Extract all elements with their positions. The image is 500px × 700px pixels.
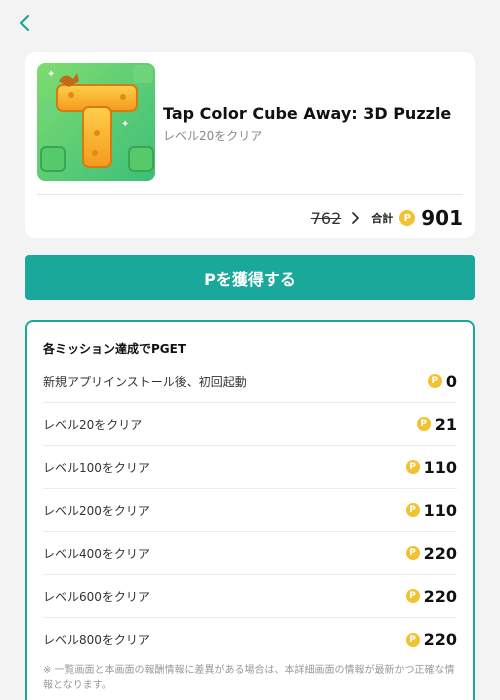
chevron-right-icon (352, 212, 360, 224)
mission-points: 110 (423, 500, 457, 520)
point-coin-icon: P (399, 210, 416, 226)
mission-points: 21 (434, 414, 457, 434)
point-coin-icon: P (427, 374, 442, 388)
mission-label: レベル20をクリア (43, 417, 143, 432)
disclaimer: ※ 一覧画面と本画面の報酬情報に差異がある場合は、本詳細画面の情報が最新かつ正確… (43, 665, 455, 691)
mission-points: 0 (445, 371, 457, 391)
missions-heading: 各ミッション達成でPGET (43, 342, 187, 356)
point-coin-icon: P (416, 417, 431, 431)
back-button[interactable] (12, 10, 38, 36)
earn-points-button[interactable]: Pを獲得する (25, 255, 475, 300)
mission-label: レベル400をクリア (43, 546, 150, 561)
mission-points: 220 (423, 586, 457, 606)
mission-points: 220 (423, 630, 457, 649)
mission-points: 220 (423, 543, 457, 563)
mission-row: レベル200をクリア P 110 (43, 489, 457, 532)
total-label: 合計 (371, 212, 394, 225)
point-coin-icon: P (405, 546, 420, 560)
mission-row: 新規アプリインストール後、初回起動 P0 (43, 360, 457, 403)
app-thumbnail: ✦ ✦ (37, 63, 155, 181)
point-coin-icon: P (405, 503, 420, 517)
app-title: Tap Color Cube Away: 3D Puzzle (163, 104, 452, 123)
chevron-left-icon (19, 14, 30, 32)
svg-text:✦: ✦ (121, 119, 129, 130)
mission-row: レベル20をクリア P 21 (43, 403, 457, 446)
mission-label: 新規アプリインストール後、初回起動 (43, 374, 247, 389)
point-coin-icon: P (405, 632, 420, 647)
point-coin-icon: P (405, 460, 420, 474)
mission-label: レベル200をクリア (43, 503, 150, 518)
mission-label: レベル800をクリア (43, 633, 150, 647)
mission-label: レベル100をクリア (43, 460, 150, 475)
points-summary: 762 合計 P 901 (311, 206, 463, 230)
mission-label: レベル600をクリア (43, 589, 150, 604)
mission-row: レベル100をクリア P 110 (43, 446, 457, 489)
mission-points: 110 (423, 457, 457, 477)
old-points: 762 (310, 208, 342, 228)
mission-row: レベル400をクリア P 220 (43, 532, 457, 575)
mission-row: レベル800をクリア P 220 (43, 618, 457, 661)
divider (37, 194, 463, 195)
missions-panel: 各ミッション達成でPGET 新規アプリインストール後、初回起動 P0 レベル20… (25, 320, 475, 700)
app-card: ✦ ✦ Tap Color Cube Away: 3D Puzzle レベル20… (25, 52, 475, 238)
app-subtitle: レベル20をクリア (163, 129, 263, 143)
svg-text:✦: ✦ (47, 69, 55, 80)
point-coin-icon: P (405, 589, 420, 603)
total-points: 901 (421, 206, 463, 230)
mission-row: レベル600をクリア P 220 (43, 575, 457, 618)
